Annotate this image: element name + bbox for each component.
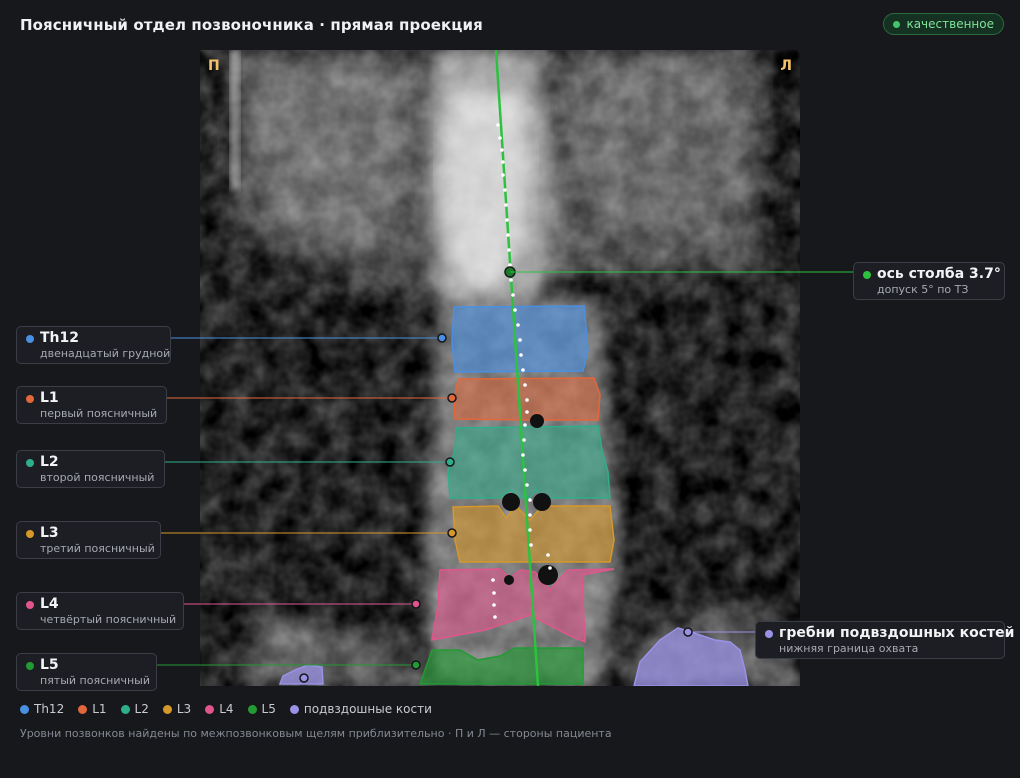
axis-color-dot [863,271,871,279]
l4-mask [431,568,615,644]
legend-item-l1[interactable]: L1 [78,702,107,716]
l5-color-dot [26,662,34,670]
page-title: Поясничный отдел позвоночника · прямая п… [20,16,483,34]
legend-dot-icon [78,704,88,714]
legend-label: Th12 [34,702,65,716]
annotation-overlay [278,50,749,686]
axis-sub: допуск 5° по ТЗ [877,283,969,296]
quality-badge: качественное [883,13,1004,35]
legend-label: L3 [176,702,192,716]
l2-name: L2 [40,454,59,470]
axis-anchor-point [504,266,516,278]
legend-label: L2 [134,702,149,716]
legend-item-l2[interactable]: L2 [120,702,149,716]
side-marker-right: Л [780,58,792,74]
l1-color-dot [26,395,34,403]
callout-l3[interactable]: L3 третий поясничный [16,521,161,559]
iliac-left-mask [633,627,749,686]
legend-label: подвздошные кости [303,702,432,716]
xray-viewer[interactable]: П Л [200,50,800,686]
callout-spine-axis[interactable]: ось столба 3.7° допуск 5° по ТЗ [853,262,1005,300]
th12-color-dot [26,335,34,343]
iliac-color-dot [765,630,773,638]
legend-item-l5[interactable]: L5 [247,702,276,716]
l4-name: L4 [40,596,59,612]
axis-name: ось столба 3.7° [877,266,1001,282]
legend-dot-icon [205,704,215,714]
legend-item-th12[interactable]: Th12 [20,702,64,716]
legend-item-iliac[interactable]: подвздошные кости [289,702,432,716]
callout-l2[interactable]: L2 второй поясничный [16,450,165,488]
l3-color-dot [26,530,34,538]
l3-name: L3 [40,525,59,541]
legend-dot-icon [247,704,257,714]
legend-label: L5 [261,702,276,716]
quality-badge-label: качественное [906,17,994,31]
l5-name: L5 [40,657,59,673]
th12-name: Th12 [40,330,79,346]
callout-l5[interactable]: L5 пятый поясничный [16,653,157,691]
l1-name: L1 [40,390,59,406]
l2-color-dot [26,459,34,467]
callout-iliac-crests[interactable]: гребни подвздошных костей нижняя граница… [755,621,1015,659]
th12-sub: двенадцатый грудной [40,347,171,360]
iliac-right-mask [278,664,324,685]
side-marker-left: П [208,58,220,74]
legend-item-l4[interactable]: L4 [205,702,234,716]
legend: Th12 L1 L2 L3 L4 L5 подвздошные кости [20,702,432,716]
legend-dot-icon [289,704,299,714]
legend-dot-icon [20,704,29,714]
footnote: Уровни позвонков найдены по межпозвонков… [20,727,612,740]
legend-label: L1 [92,702,107,716]
callout-l4[interactable]: L4 четвёртый поясничный [16,592,184,630]
l3-mask [452,504,615,563]
callout-l1[interactable]: L1 первый поясничный [16,386,167,424]
l4-color-dot [26,601,34,609]
l2-sub: второй поясничный [40,471,155,484]
legend-label: L4 [219,702,234,716]
l4-sub: четвёртый поясничный [40,613,177,626]
legend-dot-icon [120,704,130,714]
l2-mask [447,425,611,499]
legend-dot-icon [162,704,172,714]
status-dot-icon [893,20,901,28]
legend-item-l3[interactable]: L3 [162,702,192,716]
l1-sub: первый поясничный [40,407,158,420]
iliac-sub: нижняя граница охвата [779,642,919,655]
iliac-name: гребни подвздошных костей [779,625,1015,641]
l5-sub: пятый поясничный [40,674,150,687]
callout-th12[interactable]: Th12 двенадцатый грудной [16,326,171,364]
l5-mask [418,647,584,685]
l3-sub: третий поясничный [40,542,155,555]
